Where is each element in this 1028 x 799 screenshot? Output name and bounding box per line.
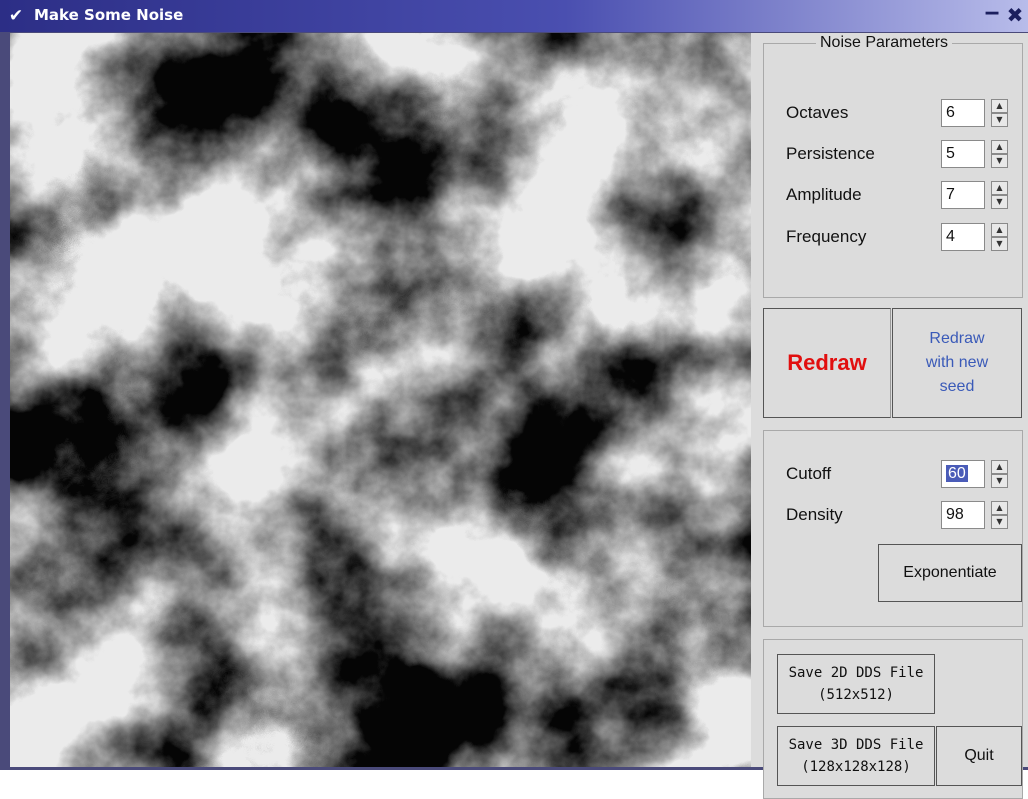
amplitude-up-arrow-icon[interactable]: ▲ <box>991 181 1008 195</box>
save-panel: Save 2D DDS File (512x512) Save 3D DDS F… <box>763 639 1023 799</box>
octaves-label: Octaves <box>786 103 849 122</box>
window-title: Make Some Noise <box>34 6 184 24</box>
cutoff-label: Cutoff <box>786 464 832 483</box>
cutoff-down-arrow-icon[interactable]: ▼ <box>991 474 1008 488</box>
persistence-label: Persistence <box>786 144 875 163</box>
save3d-line-2: (128x128x128) <box>801 759 911 775</box>
amplitude-label: Amplitude <box>786 185 862 204</box>
close-icon[interactable]: ✖ <box>1005 4 1025 26</box>
persistence-spinbox[interactable]: 5 ▲ ▼ <box>941 140 1009 170</box>
cutoff-spinbox[interactable]: 60 ▲ ▼ <box>941 460 1009 490</box>
density-up-arrow-icon[interactable]: ▲ <box>991 501 1008 515</box>
minimize-icon[interactable]: ‒ <box>982 2 1002 26</box>
density-row: Density 98 ▲ ▼ <box>786 501 1016 531</box>
newseed-line-1: Redraw <box>929 330 985 347</box>
cutoff-value: 60 <box>946 465 968 482</box>
save2d-line-1: Save 2D DDS File <box>788 665 924 681</box>
frequency-spinbox[interactable]: 4 ▲ ▼ <box>941 223 1009 253</box>
octaves-input[interactable]: 6 <box>941 99 985 127</box>
frequency-up-arrow-icon[interactable]: ▲ <box>991 223 1008 237</box>
cutoff-row: Cutoff 60 ▲ ▼ <box>786 460 1016 490</box>
save3d-line-1: Save 3D DDS File <box>788 737 924 753</box>
cutoff-input[interactable]: 60 <box>941 460 985 488</box>
noise-canvas <box>10 33 751 767</box>
client-area: Noise Parameters Octaves 6 ▲ ▼ Persisten… <box>10 33 1028 799</box>
noise-parameters-panel: Noise Parameters Octaves 6 ▲ ▼ Persisten… <box>763 34 1023 298</box>
density-input[interactable]: 98 <box>941 501 985 529</box>
density-down-arrow-icon[interactable]: ▼ <box>991 515 1008 529</box>
density-spinbox[interactable]: 98 ▲ ▼ <box>941 501 1009 531</box>
newseed-line-3: seed <box>939 378 975 395</box>
exponentiate-button[interactable]: Exponentiate <box>878 544 1022 602</box>
amplitude-down-arrow-icon[interactable]: ▼ <box>991 195 1008 209</box>
persistence-down-arrow-icon[interactable]: ▼ <box>991 154 1008 168</box>
noise-image <box>10 33 751 767</box>
save2d-line-2: (512x512) <box>818 687 894 703</box>
quit-button[interactable]: Quit <box>936 726 1022 786</box>
title-bar[interactable]: ✔ Make Some Noise ‒ ✖ <box>0 0 1028 32</box>
panel-title: Noise Parameters <box>816 34 953 52</box>
persistence-row: Persistence 5 ▲ ▼ <box>786 140 1016 170</box>
cutoff-panel: Cutoff 60 ▲ ▼ Density 98 ▲ ▼ Exponentiat… <box>763 430 1023 627</box>
persistence-input[interactable]: 5 <box>941 140 985 168</box>
redraw-new-seed-button[interactable]: Redraw with new seed <box>892 308 1022 418</box>
app-window: ✔ Make Some Noise ‒ ✖ Noise Parameters O… <box>0 0 1028 799</box>
octaves-down-arrow-icon[interactable]: ▼ <box>991 113 1008 127</box>
frequency-row: Frequency 4 ▲ ▼ <box>786 223 1016 253</box>
newseed-line-2: with new <box>925 354 989 371</box>
octaves-row: Octaves 6 ▲ ▼ <box>786 99 1016 129</box>
amplitude-spinbox[interactable]: 7 ▲ ▼ <box>941 181 1009 211</box>
redraw-panel: Redraw Redraw with new seed <box>763 308 1023 418</box>
frequency-input[interactable]: 4 <box>941 223 985 251</box>
amplitude-row: Amplitude 7 ▲ ▼ <box>786 181 1016 211</box>
save-2d-dds-button[interactable]: Save 2D DDS File (512x512) <box>777 654 935 714</box>
density-label: Density <box>786 505 843 524</box>
frequency-label: Frequency <box>786 227 867 246</box>
octaves-spinbox[interactable]: 6 ▲ ▼ <box>941 99 1009 129</box>
redraw-button[interactable]: Redraw <box>763 308 891 418</box>
amplitude-input[interactable]: 7 <box>941 181 985 209</box>
window-menu-chevron-icon[interactable]: ✔ <box>6 6 26 26</box>
octaves-up-arrow-icon[interactable]: ▲ <box>991 99 1008 113</box>
cutoff-up-arrow-icon[interactable]: ▲ <box>991 460 1008 474</box>
save-3d-dds-button[interactable]: Save 3D DDS File (128x128x128) <box>777 726 935 786</box>
persistence-up-arrow-icon[interactable]: ▲ <box>991 140 1008 154</box>
frequency-down-arrow-icon[interactable]: ▼ <box>991 237 1008 251</box>
